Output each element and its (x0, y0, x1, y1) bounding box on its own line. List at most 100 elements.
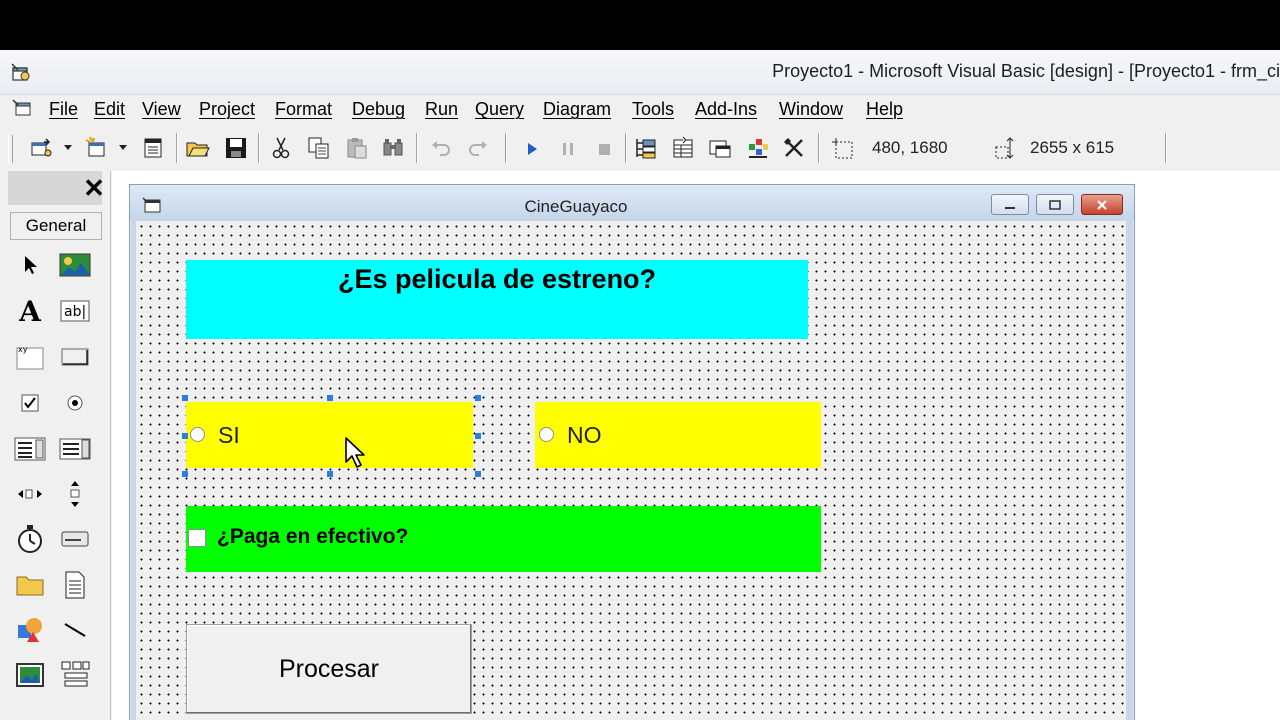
selection-handle[interactable] (475, 471, 481, 477)
paste-icon[interactable] (344, 135, 370, 161)
form-title-bar[interactable]: CineGuayaco (130, 185, 1134, 221)
window-title: Proyecto1 - Microsoft Visual Basic [desi… (772, 61, 1280, 81)
menu-help[interactable]: Help (866, 99, 903, 120)
menu-tools[interactable]: Tools (632, 99, 674, 120)
menu-project[interactable]: Project (199, 99, 255, 120)
picturebox-tool-icon[interactable] (57, 247, 93, 283)
label-estreno-text: ¿Es pelicula de estreno? (337, 264, 657, 294)
pointer-tool-icon[interactable] (12, 247, 48, 283)
open-icon[interactable] (185, 135, 211, 161)
form-window[interactable]: CineGuayaco ¿Es pelicula de estreno? SI (129, 184, 1135, 720)
save-icon[interactable] (223, 135, 249, 161)
radio-circle-icon[interactable] (539, 427, 554, 442)
dirlistbox-tool-icon[interactable] (12, 567, 48, 603)
form-layout-icon[interactable] (707, 135, 733, 161)
selection-handle[interactable] (475, 395, 481, 401)
menu-run[interactable]: Run (425, 99, 458, 120)
form-designer-area: CineGuayaco ¿Es pelicula de estreno? SI (112, 171, 1280, 720)
undo-icon[interactable] (428, 135, 454, 161)
close-icon (1097, 199, 1107, 210)
toolbar-separator (625, 133, 627, 163)
option-no-label: NO (567, 422, 602, 448)
timer-tool-icon[interactable] (12, 521, 48, 557)
redo-icon[interactable] (465, 135, 491, 161)
data-tool-icon[interactable] (57, 657, 93, 693)
close-icon[interactable]: ✕ (82, 175, 106, 201)
add-form-dropdown-icon[interactable] (119, 145, 127, 150)
cut-icon[interactable] (268, 135, 294, 161)
filelistbox-tool-icon[interactable] (57, 567, 93, 603)
minimize-button[interactable] (991, 194, 1029, 215)
svg-text:xy: xy (18, 345, 28, 354)
listbox-tool-icon[interactable] (57, 431, 93, 467)
toolbox-panel: ✕ General A ab| xy (0, 171, 111, 720)
menu-edit[interactable]: Edit (94, 99, 125, 120)
procesar-button[interactable]: Procesar (186, 624, 472, 714)
menu-diagram[interactable]: Diagram (543, 99, 611, 120)
option-no[interactable]: NO (535, 402, 821, 468)
toolbox-tab-general[interactable]: General (10, 212, 102, 240)
size-readout: 2655 x 615 (1030, 138, 1115, 157)
image-tool-icon[interactable] (12, 657, 48, 693)
project-explorer-icon[interactable] (633, 135, 659, 161)
frame-tool-icon[interactable]: xy (12, 339, 48, 375)
label-tool-icon[interactable]: A (12, 293, 48, 329)
toolbar-separator (505, 133, 507, 163)
vb-ide-window: Proyecto1 - Microsoft Visual Basic [desi… (0, 50, 1280, 720)
toolbar-separator (818, 133, 820, 163)
shape-tool-icon[interactable] (12, 612, 48, 648)
hscrollbar-tool-icon[interactable] (12, 476, 48, 512)
find-icon[interactable] (380, 135, 406, 161)
toolbar-separator (416, 133, 418, 163)
toolbar-separator (176, 133, 178, 163)
end-icon[interactable] (591, 135, 617, 161)
form-client-area[interactable]: ¿Es pelicula de estreno? SI NO ¿Paga en … (136, 221, 1126, 720)
add-form-icon[interactable] (84, 135, 110, 161)
copy-icon[interactable] (306, 135, 332, 161)
selection-handle[interactable] (327, 471, 333, 477)
maximize-button[interactable] (1036, 194, 1074, 215)
object-browser-icon[interactable] (745, 135, 771, 161)
vb-app-icon[interactable] (10, 62, 32, 84)
radio-circle-icon[interactable] (190, 427, 205, 442)
toolbar-grip[interactable] (8, 135, 13, 163)
drivelistbox-tool-icon[interactable] (57, 521, 93, 557)
selection-handle[interactable] (182, 433, 188, 439)
checkbox-tool-icon[interactable] (12, 385, 48, 421)
label-estreno[interactable]: ¿Es pelicula de estreno? (186, 260, 808, 339)
minimize-icon (1005, 206, 1015, 209)
break-icon[interactable] (555, 135, 581, 161)
toolbox-icon[interactable] (781, 135, 807, 161)
size-icon (993, 135, 1019, 161)
menu-window[interactable]: Window (779, 99, 843, 120)
selection-handle[interactable] (475, 433, 481, 439)
commandbutton-tool-icon[interactable] (57, 339, 93, 375)
checkbox-efectivo-label: ¿Paga en efectivo? (217, 525, 409, 548)
properties-window-icon[interactable] (670, 135, 696, 161)
start-icon[interactable] (519, 135, 545, 161)
menu-add-ins[interactable]: Add-Ins (695, 99, 757, 120)
optionbutton-tool-icon[interactable] (57, 385, 93, 421)
menu-format[interactable]: Format (275, 99, 332, 120)
selection-handle[interactable] (182, 395, 188, 401)
vscrollbar-tool-icon[interactable] (57, 476, 93, 512)
menu-bar: File Edit View Project Format Debug Run … (0, 95, 1280, 123)
checkbox-square-icon[interactable] (188, 529, 206, 547)
line-tool-icon[interactable] (57, 612, 93, 648)
selection-handle[interactable] (182, 471, 188, 477)
menu-view[interactable]: View (142, 99, 181, 120)
selection-handle[interactable] (327, 395, 333, 401)
document-window-icon[interactable] (12, 99, 34, 119)
form-close-button[interactable] (1081, 194, 1123, 215)
combobox-tool-icon[interactable] (12, 431, 48, 467)
menu-debug[interactable]: Debug (352, 99, 405, 120)
svg-text:ab|: ab| (64, 304, 86, 320)
menu-file[interactable]: File (49, 99, 78, 120)
textbox-tool-icon[interactable]: ab| (57, 293, 93, 329)
add-project-dropdown-icon[interactable] (64, 145, 72, 150)
menu-editor-icon[interactable] (140, 135, 166, 161)
add-project-icon[interactable] (28, 135, 54, 161)
option-si[interactable]: SI (186, 402, 473, 468)
menu-query[interactable]: Query (475, 99, 524, 120)
checkbox-efectivo[interactable]: ¿Paga en efectivo? (186, 506, 821, 572)
